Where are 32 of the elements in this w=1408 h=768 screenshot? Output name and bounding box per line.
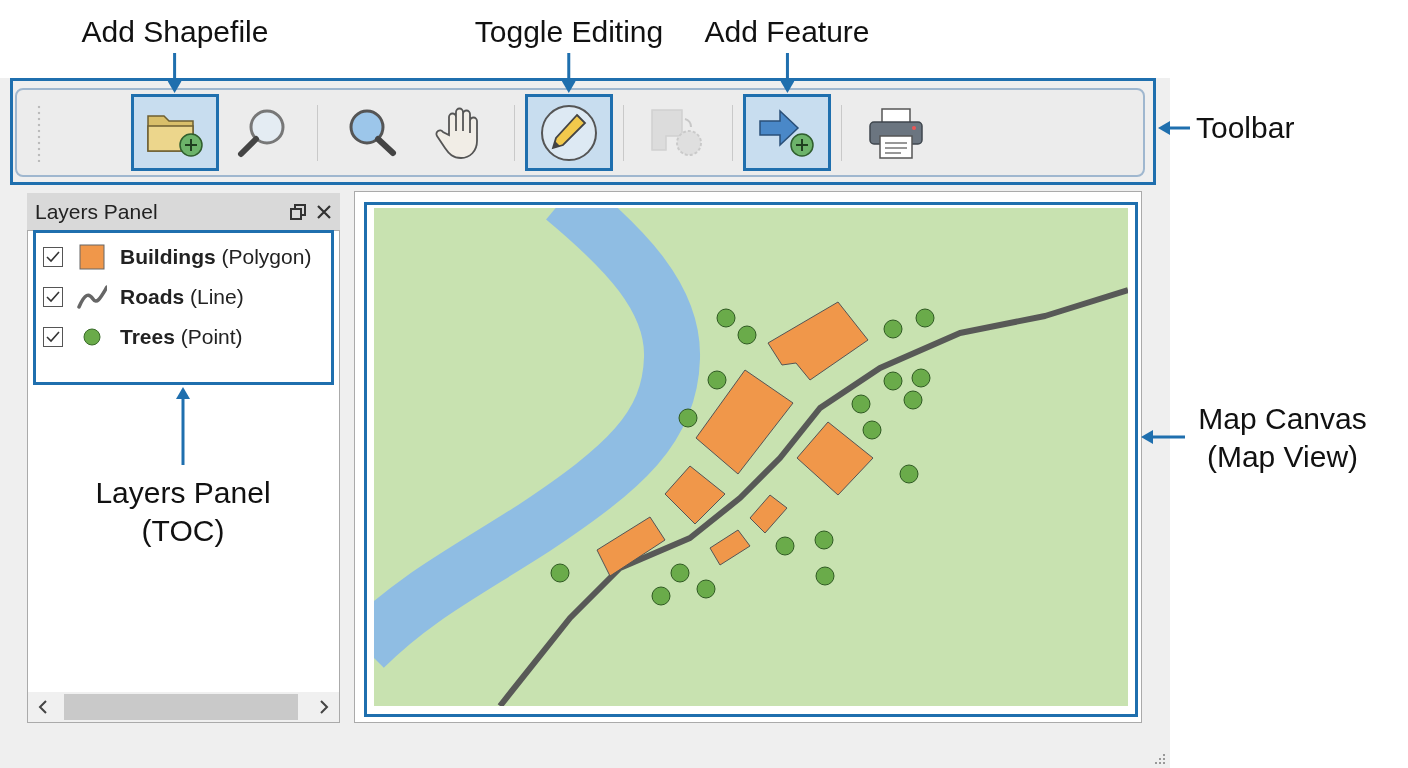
- checkbox[interactable]: [43, 327, 63, 347]
- scroll-left-icon[interactable]: [38, 700, 48, 714]
- horizontal-scrollbar[interactable]: [28, 692, 339, 722]
- scroll-right-icon[interactable]: [319, 700, 329, 714]
- callout-label: Add Feature: [704, 15, 870, 49]
- callout-label: Add Shapefile: [81, 15, 269, 49]
- toolbar-button[interactable]: [743, 94, 831, 171]
- callout-arrow: [562, 53, 576, 93]
- callout-label: Layers Panel (TOC): [94, 475, 272, 549]
- layer-name[interactable]: Trees (Point): [120, 325, 243, 349]
- callout-arrow: [780, 53, 794, 93]
- callout-label: Map Canvas (Map View): [1197, 401, 1368, 475]
- callout-arrow: [1158, 121, 1190, 135]
- callout-arrow: [1141, 430, 1185, 444]
- panel-title: Layers Panel: [35, 199, 159, 224]
- toolbar-button[interactable]: [525, 94, 613, 171]
- arrow-add-icon: [758, 106, 816, 159]
- callout-label: Toolbar: [1196, 110, 1295, 146]
- close-icon[interactable]: [316, 203, 332, 220]
- toolbar-button[interactable]: [131, 94, 219, 171]
- callout-arrow: [168, 53, 182, 93]
- checkbox[interactable]: [43, 287, 63, 307]
- layer-name[interactable]: Roads (Line): [120, 285, 244, 309]
- layer-name[interactable]: Buildings (Polygon): [120, 245, 312, 269]
- checkbox[interactable]: [43, 247, 63, 267]
- restore-icon[interactable]: [290, 203, 306, 220]
- pencil-icon: [539, 102, 599, 163]
- callout-label: Toggle Editing: [474, 15, 664, 49]
- toolbar-grip-icon[interactable]: [37, 103, 41, 162]
- printer-icon: [867, 105, 925, 160]
- scrollbar-thumb[interactable]: [64, 694, 298, 720]
- resize-grip-icon[interactable]: [1154, 753, 1166, 765]
